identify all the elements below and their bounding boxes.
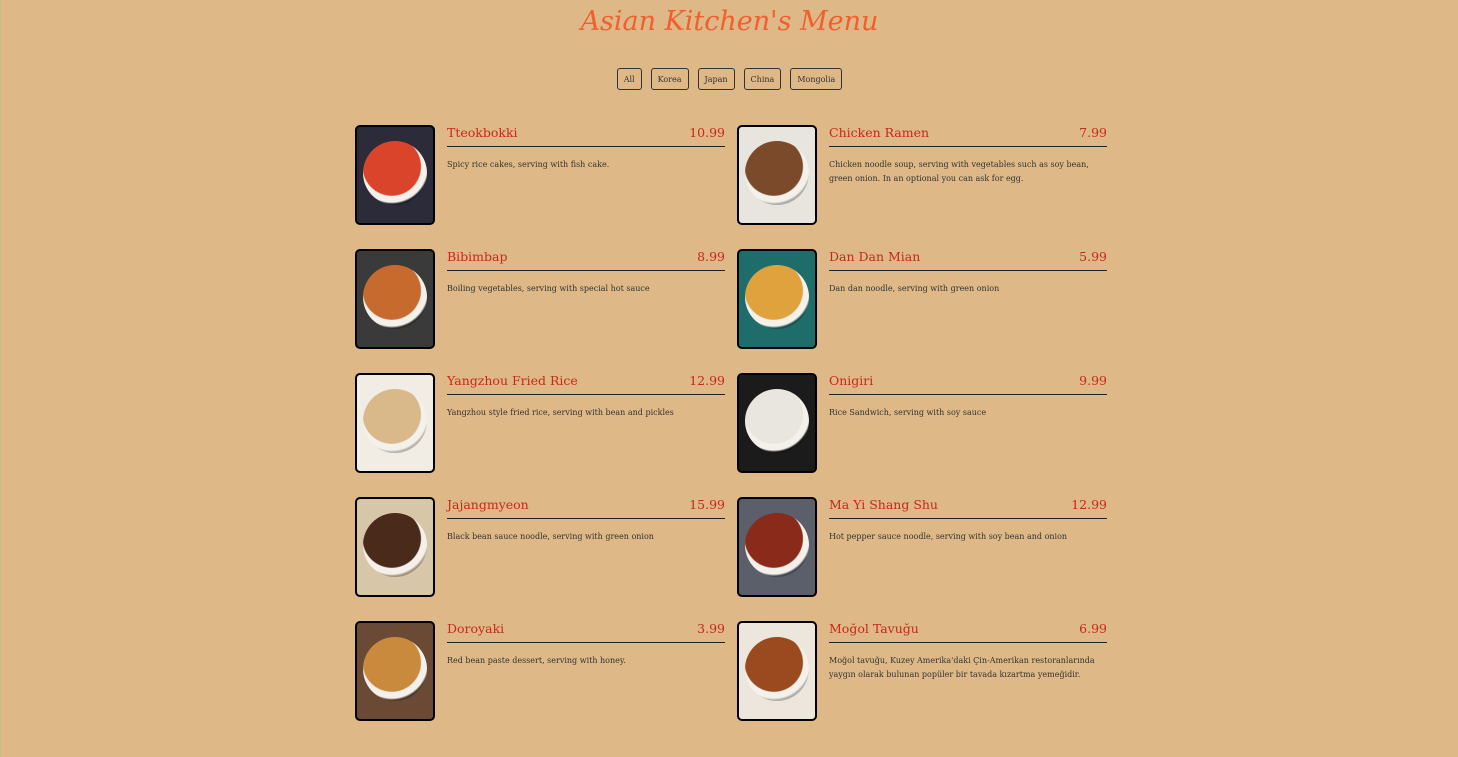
menu-item: Onigiri 9.99 Rice Sandwich, serving with s…: [737, 373, 1107, 473]
dish-photo: [737, 621, 817, 721]
dish-image-icon: [363, 513, 427, 577]
category-filter-bar: All Korea Japan China Mongolia: [1, 68, 1458, 90]
item-header: Tteokbokki 10.99: [447, 125, 725, 147]
dish-photo: [355, 621, 435, 721]
item-price: 6.99: [1079, 621, 1107, 636]
item-price: 8.99: [697, 249, 725, 264]
item-description: Moğol tavuğu, Kuzey Amerika'daki Çin-Ame…: [829, 656, 1095, 679]
item-info: Yangzhou Fried Rice 12.99 Yangzhou style f…: [447, 373, 725, 473]
item-info: Jajangmyeon 15.99 Black bean sauce noodle,…: [447, 497, 725, 597]
item-price: 12.99: [689, 373, 725, 388]
item-header: Chicken Ramen 7.99: [829, 125, 1107, 147]
item-price: 5.99: [1079, 249, 1107, 264]
item-info: Bibimbap 8.99 Boiling vegetables, serving …: [447, 249, 725, 349]
item-price: 15.99: [689, 497, 725, 512]
item-name: Ma Yi Shang Shu: [829, 497, 938, 512]
menu-item: Yangzhou Fried Rice 12.99 Yangzhou style f…: [355, 373, 725, 473]
item-name: Jajangmyeon: [447, 497, 529, 512]
item-header: Ma Yi Shang Shu 12.99: [829, 497, 1107, 519]
item-description: Spicy rice cakes, serving with fish cake…: [447, 160, 610, 169]
item-name: Dan Dan Mian: [829, 249, 921, 264]
dish-photo: [355, 125, 435, 225]
dish-photo: [355, 249, 435, 349]
item-description: Hot pepper sauce noodle, serving with so…: [829, 532, 1068, 541]
item-header: Doroyaki 3.99: [447, 621, 725, 643]
item-name: Bibimbap: [447, 249, 508, 264]
menu-item: Dan Dan Mian 5.99 Dan dan noodle, serving …: [737, 249, 1107, 349]
filter-japan-button[interactable]: Japan: [697, 68, 735, 90]
menu-item: Jajangmyeon 15.99 Black bean sauce noodle,…: [355, 497, 725, 597]
item-info: Ma Yi Shang Shu 12.99 Hot pepper sauce noo…: [829, 497, 1107, 597]
item-price: 12.99: [1071, 497, 1107, 512]
item-info: Doroyaki 3.99 Red bean paste dessert, serv…: [447, 621, 725, 721]
item-info: Dan Dan Mian 5.99 Dan dan noodle, serving …: [829, 249, 1107, 349]
item-price: 10.99: [689, 125, 725, 140]
item-description: Boiling vegetables, serving with special…: [447, 284, 650, 293]
dish-photo: [355, 373, 435, 473]
item-description: Dan dan noodle, serving with green onion: [829, 284, 1000, 293]
item-header: Yangzhou Fried Rice 12.99: [447, 373, 725, 395]
menu-grid: Tteokbokki 10.99 Spicy rice cakes, serving…: [355, 125, 1107, 721]
dish-image-icon: [363, 265, 427, 329]
dish-image-icon: [745, 389, 809, 453]
filter-all-button[interactable]: All: [616, 68, 642, 90]
menu-item: Ma Yi Shang Shu 12.99 Hot pepper sauce noo…: [737, 497, 1107, 597]
dish-image-icon: [745, 637, 809, 701]
item-price: 9.99: [1079, 373, 1107, 388]
dish-image-icon: [745, 141, 809, 205]
filter-china-button[interactable]: China: [743, 68, 782, 90]
item-header: Dan Dan Mian 5.99: [829, 249, 1107, 271]
item-name: Chicken Ramen: [829, 125, 930, 140]
menu-item: Moğol Tavuğu 6.99 Moğol tavuğu, Kuzey Amer…: [737, 621, 1107, 721]
item-header: Bibimbap 8.99: [447, 249, 725, 271]
page-title: Asian Kitchen's Menu: [580, 6, 879, 37]
item-name: Yangzhou Fried Rice: [447, 373, 578, 388]
item-name: Onigiri: [829, 373, 874, 388]
item-header: Jajangmyeon 15.99: [447, 497, 725, 519]
menu-item: Doroyaki 3.99 Red bean paste dessert, serv…: [355, 621, 725, 721]
dish-photo: [737, 373, 817, 473]
item-name: Doroyaki: [447, 621, 505, 636]
item-header: Onigiri 9.99: [829, 373, 1107, 395]
menu-item: Tteokbokki 10.99 Spicy rice cakes, serving…: [355, 125, 725, 225]
item-price: 3.99: [697, 621, 725, 636]
dish-image-icon: [363, 389, 427, 453]
dish-image-icon: [363, 637, 427, 701]
item-header: Moğol Tavuğu 6.99: [829, 621, 1107, 643]
dish-image-icon: [363, 141, 427, 205]
filter-mongolia-button[interactable]: Mongolia: [790, 68, 843, 90]
item-description: Black bean sauce noodle, serving with gr…: [447, 532, 654, 541]
item-info: Onigiri 9.99 Rice Sandwich, serving with s…: [829, 373, 1107, 473]
dish-photo: [737, 249, 817, 349]
menu-item: Bibimbap 8.99 Boiling vegetables, serving …: [355, 249, 725, 349]
item-price: 7.99: [1079, 125, 1107, 140]
item-name: Moğol Tavuğu: [829, 621, 919, 636]
dish-image-icon: [745, 513, 809, 577]
item-info: Tteokbokki 10.99 Spicy rice cakes, serving…: [447, 125, 725, 225]
item-description: Red bean paste dessert, serving with hon…: [447, 656, 626, 665]
item-description: Rice Sandwich, serving with soy sauce: [829, 408, 987, 417]
menu-item: Chicken Ramen 7.99 Chicken noodle soup, se…: [737, 125, 1107, 225]
filter-korea-button[interactable]: Korea: [650, 68, 689, 90]
item-description: Yangzhou style fried rice, serving with …: [447, 408, 674, 417]
item-name: Tteokbokki: [447, 125, 518, 140]
dish-photo: [355, 497, 435, 597]
item-info: Moğol Tavuğu 6.99 Moğol tavuğu, Kuzey Amer…: [829, 621, 1107, 721]
item-info: Chicken Ramen 7.99 Chicken noodle soup, se…: [829, 125, 1107, 225]
dish-photo: [737, 125, 817, 225]
dish-photo: [737, 497, 817, 597]
dish-image-icon: [745, 265, 809, 329]
item-description: Chicken noodle soup, serving with vegeta…: [829, 160, 1089, 183]
